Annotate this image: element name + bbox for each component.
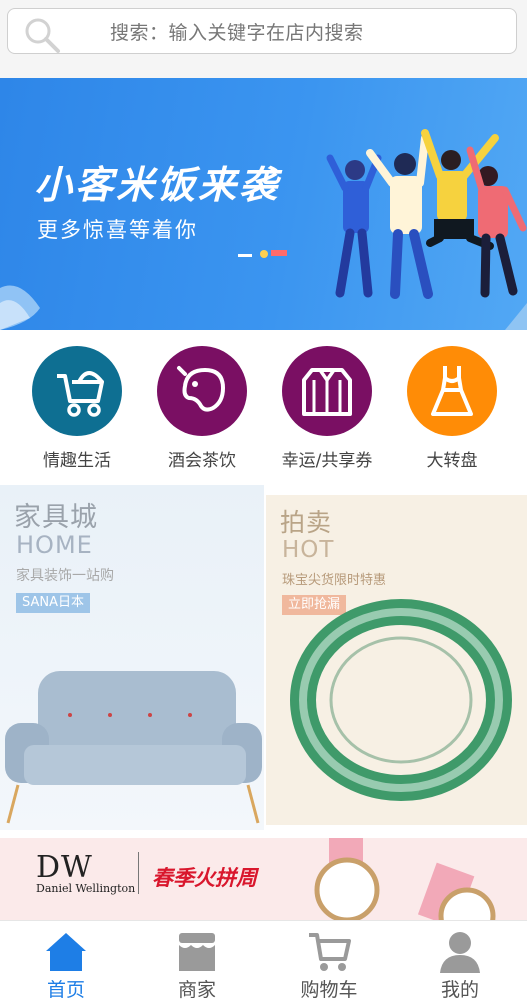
- tab-label: 购物车: [300, 979, 358, 1001]
- home-icon: [46, 933, 86, 971]
- category-item[interactable]: 幸运/共享券: [272, 346, 382, 471]
- tab-label: 首页: [46, 979, 85, 1001]
- category-grid: 情趣生活 酒会茶饮 幸运/共享券 大转盘: [0, 330, 527, 485]
- tab-label: 我的: [440, 979, 479, 1001]
- baby-stroller-icon: [32, 346, 122, 436]
- store-icon: [179, 933, 215, 971]
- banner-title: 小客米饭来袭: [34, 163, 281, 207]
- tab-cart[interactable]: 购物车: [289, 929, 369, 1002]
- teapot-icon: [157, 346, 247, 436]
- tab-store[interactable]: 商家: [157, 929, 237, 1002]
- tab-label: 商家: [177, 979, 216, 1001]
- search-placeholder: 搜索：输入关键字在店内搜索: [110, 22, 364, 44]
- tab-home[interactable]: 首页: [26, 929, 106, 1002]
- category-label: 幸运/共享券: [281, 451, 373, 471]
- sofa-image: [5, 671, 262, 824]
- ad-slogan: 春季火拼周: [152, 866, 257, 890]
- furniture-promo[interactable]: 家具城 HOME 家具装饰一站购 SANA日本: [0, 485, 264, 830]
- watch-ad-banner[interactable]: DW Daniel Wellington 春季火拼周: [0, 838, 527, 923]
- search-bar: 搜索：输入关键字在店内搜索: [0, 0, 527, 78]
- search-icon: [25, 18, 60, 53]
- category-item[interactable]: 酒会茶饮: [147, 346, 257, 471]
- dress-icon: [407, 346, 497, 436]
- category-label: 情趣生活: [43, 451, 111, 471]
- divider: [138, 852, 139, 894]
- category-item[interactable]: 情趣生活: [22, 346, 132, 471]
- brand-logo: DW: [36, 850, 93, 885]
- shirt-icon: [282, 346, 372, 436]
- promo-banner[interactable]: 小客米饭来袭 更多惊喜等着你: [0, 78, 527, 330]
- search-input[interactable]: 搜索：输入关键字在店内搜索: [7, 8, 517, 54]
- user-icon: [440, 932, 480, 973]
- watch-image: [314, 838, 496, 923]
- cart-icon: [309, 933, 351, 971]
- bottom-tabbar: 首页 商家 购物车 我的: [0, 920, 527, 1002]
- tab-profile[interactable]: 我的: [420, 929, 500, 1002]
- auction-promo[interactable]: 拍卖 HOT 珠宝尖货限时特惠 立即抢漏: [266, 495, 527, 825]
- brand-name: Daniel Wellington: [36, 882, 136, 895]
- jade-bracelet-image: [290, 599, 512, 801]
- category-item[interactable]: 大转盘: [397, 346, 507, 471]
- banner-subtitle: 更多惊喜等着你: [37, 218, 198, 242]
- category-label: 酒会茶饮: [168, 451, 236, 471]
- category-label: 大转盘: [426, 451, 478, 471]
